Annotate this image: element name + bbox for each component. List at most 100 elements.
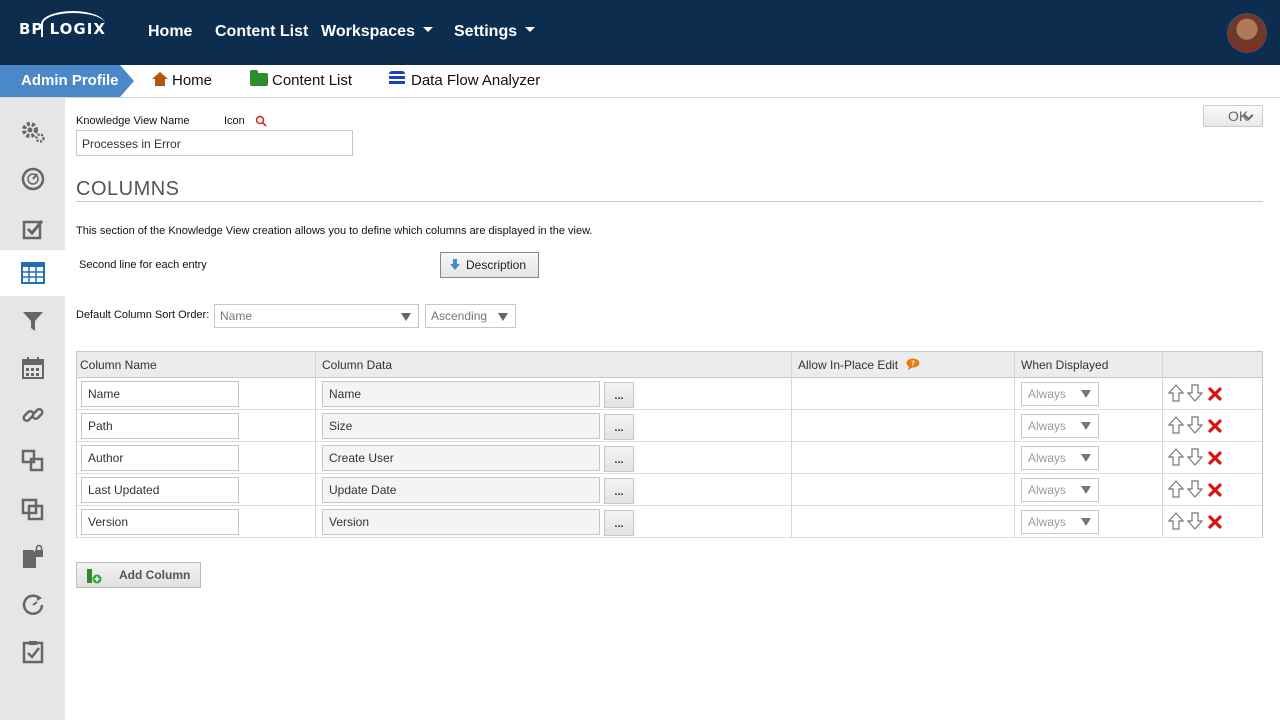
copy-icon (21, 449, 43, 472)
dropdown-arrow-icon (498, 313, 508, 321)
move-down-icon[interactable] (1187, 480, 1203, 498)
move-down-icon[interactable] (1187, 512, 1203, 530)
column-name-input[interactable]: Version (81, 509, 239, 535)
rail-item-links[interactable] (0, 392, 65, 438)
rail-item-calendar[interactable] (0, 345, 65, 391)
delete-icon[interactable] (1207, 449, 1223, 467)
rail-item-knowledge-views[interactable] (0, 250, 65, 296)
when-displayed-select[interactable]: Always (1021, 446, 1099, 470)
chevron-down-icon (422, 27, 433, 33)
section-description: This section of the Knowledge View creat… (76, 225, 593, 237)
sort-order-label: Default Column Sort Order: (76, 309, 210, 321)
dropdown-arrow-icon (401, 313, 411, 321)
main-content: Knowledge View Name Icon Processes in Er… (65, 98, 1280, 720)
rail-item-forms[interactable] (0, 438, 65, 484)
dropdown-arrow-icon (1081, 390, 1091, 398)
rail-item-filters[interactable] (0, 298, 65, 344)
rail-item-settings[interactable] (0, 109, 65, 155)
dashboard-icon (21, 167, 44, 191)
sort-direction-select[interactable]: Ascending (425, 304, 516, 328)
when-displayed-select[interactable]: Always (1021, 478, 1099, 502)
add-column-button[interactable]: Add Column (76, 562, 201, 588)
svg-text:?: ? (911, 360, 915, 368)
rail-item-documents[interactable] (0, 534, 65, 580)
comment-icon[interactable]: ? (906, 358, 920, 370)
when-displayed-value: Always (1028, 515, 1067, 529)
move-up-icon[interactable] (1168, 480, 1184, 498)
breadcrumb-content-list[interactable]: Content List (250, 65, 352, 97)
left-icon-rail (0, 98, 65, 720)
column-data-input[interactable]: Version (322, 509, 600, 535)
move-down-icon[interactable] (1187, 448, 1203, 466)
search-icon[interactable] (255, 115, 267, 127)
checkbox-icon (22, 220, 43, 240)
add-column-label: Add Column (119, 568, 191, 582)
nav-workspaces[interactable]: Workspaces (321, 23, 433, 41)
when-displayed-value: Always (1028, 483, 1067, 497)
bp-logix-logo[interactable]: BP LOGIX (19, 11, 106, 38)
rail-item-dashboard[interactable] (0, 156, 65, 202)
logo-arc (41, 11, 105, 37)
rail-item-timers[interactable] (0, 582, 65, 628)
locked-file-icon (22, 544, 43, 568)
column-data-picker-button[interactable]: ... (604, 414, 634, 440)
dropdown-arrow-icon (1081, 422, 1091, 430)
breadcrumb-content-list-label: Content List (272, 72, 353, 89)
nav-workspaces-label: Workspaces (321, 23, 415, 40)
description-button[interactable]: Description (440, 252, 539, 278)
rail-item-workflows[interactable] (0, 487, 65, 533)
column-name-input[interactable]: Author (81, 445, 239, 471)
nav-content-list[interactable]: Content List (215, 23, 308, 41)
dropdown-arrow-icon (1081, 454, 1091, 462)
home-icon (152, 72, 168, 86)
kv-name-input[interactable]: Processes in Error (76, 130, 353, 156)
move-up-icon[interactable] (1168, 448, 1184, 466)
nav-settings[interactable]: Settings (454, 23, 536, 41)
move-up-icon[interactable] (1168, 416, 1184, 434)
header-when-displayed: When Displayed (1021, 358, 1109, 372)
delete-icon[interactable] (1207, 481, 1223, 499)
section-title: COLUMNS (76, 178, 180, 200)
delete-icon[interactable] (1207, 417, 1223, 435)
column-name-input[interactable]: Last Updated (81, 477, 239, 503)
section-divider (76, 201, 1263, 202)
header-column-name: Column Name (80, 358, 157, 372)
nav-home[interactable]: Home (148, 23, 192, 41)
breadcrumb-home[interactable]: Home (152, 65, 212, 97)
avatar[interactable] (1227, 13, 1267, 53)
column-name-input[interactable]: Path (81, 413, 239, 439)
header-in-place-edit-label: Allow In-Place Edit (798, 358, 899, 372)
move-up-icon[interactable] (1168, 512, 1184, 530)
delete-icon[interactable] (1207, 513, 1223, 531)
column-name-input[interactable]: Name (81, 381, 239, 407)
table-row: Path Size... Always (77, 410, 1262, 442)
column-data-input[interactable]: Name (322, 381, 600, 407)
sort-field-select[interactable]: Name (214, 304, 419, 328)
add-column-icon (87, 569, 102, 584)
move-up-icon[interactable] (1168, 384, 1184, 402)
column-data-picker-button[interactable]: ... (604, 510, 634, 536)
when-displayed-value: Always (1028, 419, 1067, 433)
when-displayed-select[interactable]: Always (1021, 510, 1099, 534)
ok-button[interactable]: OK (1203, 105, 1263, 127)
breadcrumb-data-flow-label: Data Flow Analyzer (411, 72, 541, 89)
filter-icon (22, 312, 43, 331)
column-data-picker-button[interactable]: ... (604, 446, 634, 472)
second-line-label: Second line for each entry (79, 259, 207, 271)
when-displayed-select[interactable]: Always (1021, 382, 1099, 406)
column-data-input[interactable]: Update Date (322, 477, 600, 503)
breadcrumb-admin-profile[interactable]: Admin Profile (0, 65, 134, 97)
rail-item-approvals[interactable] (0, 629, 65, 675)
delete-icon[interactable] (1207, 385, 1223, 403)
dropdown-arrow-icon (1081, 486, 1091, 494)
column-data-picker-button[interactable]: ... (604, 382, 634, 408)
column-data-input[interactable]: Size (322, 413, 600, 439)
icon-label: Icon (224, 115, 245, 127)
move-down-icon[interactable] (1187, 416, 1203, 434)
column-data-input[interactable]: Create User (322, 445, 600, 471)
column-data-picker-button[interactable]: ... (604, 478, 634, 504)
breadcrumb-data-flow-analyzer[interactable]: Data Flow Analyzer (389, 65, 540, 97)
rail-item-tasks[interactable] (0, 206, 65, 252)
when-displayed-select[interactable]: Always (1021, 414, 1099, 438)
move-down-icon[interactable] (1187, 384, 1203, 402)
